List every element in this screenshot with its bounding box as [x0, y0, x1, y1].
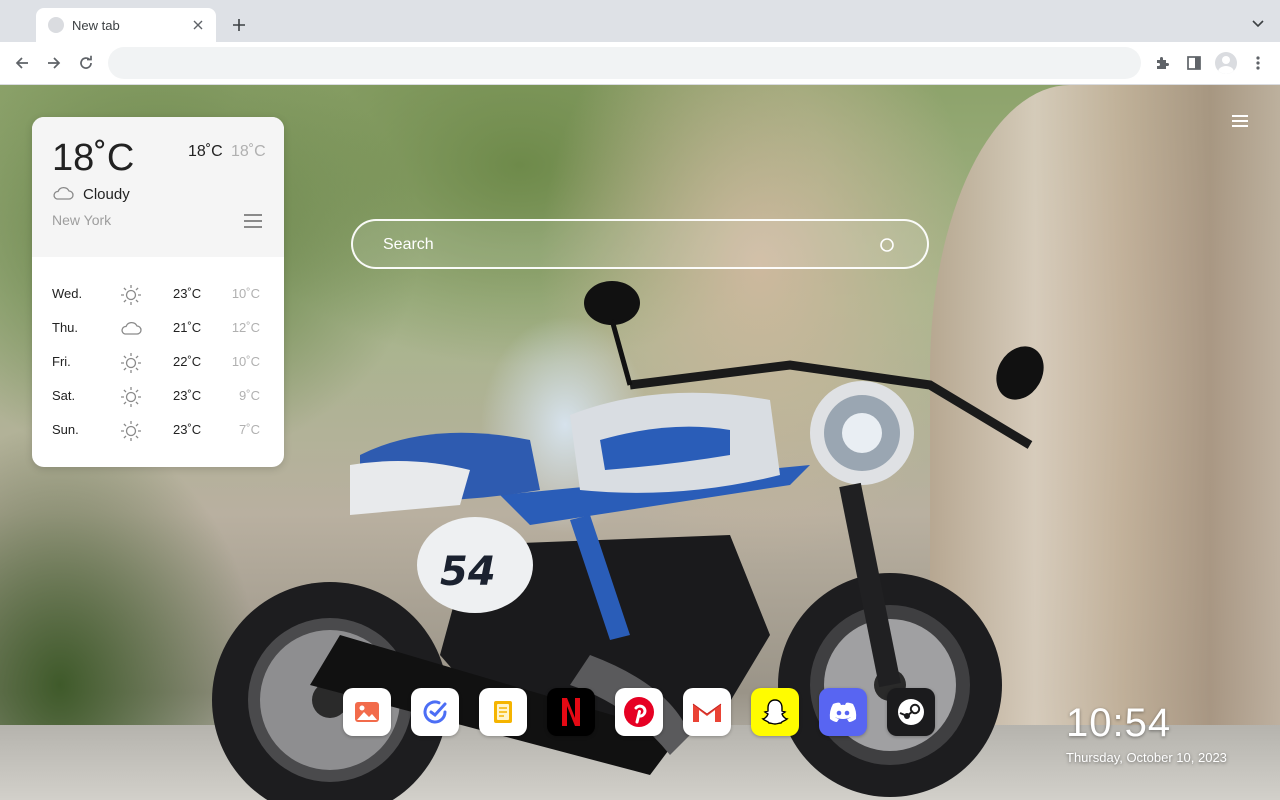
sun-icon: [121, 285, 141, 305]
forecast-row: Fri. 22˚C 10˚C: [32, 350, 284, 374]
weather-widget: 18˚C 18˚C 18˚C Cloudy New York Wed. 23˚C…: [32, 117, 284, 467]
today-high-temperature: 18˚C: [188, 143, 223, 160]
browser-toolbar: [0, 42, 1280, 85]
address-bar[interactable]: [108, 47, 1141, 79]
forecast-row: Sun. 23˚C 7˚C: [32, 418, 284, 442]
pinterest-icon: [624, 697, 654, 727]
new-tab-plus-icon[interactable]: [228, 14, 250, 36]
tab-strip: New tab: [0, 0, 1280, 42]
discord-shortcut[interactable]: [819, 688, 867, 736]
forecast-low: 10˚C: [231, 354, 260, 369]
search-icon[interactable]: [879, 237, 897, 255]
reload-icon[interactable]: [74, 51, 98, 75]
snapchat-icon: [761, 699, 789, 725]
forecast-row: Sat. 23˚C 9˚C: [32, 384, 284, 408]
steam-shortcut[interactable]: [887, 688, 935, 736]
clock-date: Thursday, October 10, 2023: [1066, 750, 1227, 765]
app-dock: [343, 688, 935, 736]
forecast-high: 22˚C: [173, 354, 202, 369]
forecast-day: Fri.: [52, 354, 71, 369]
tab-favicon-icon: [48, 17, 64, 33]
sun-icon: [121, 387, 141, 407]
cloud-icon: [121, 322, 142, 335]
todo-shortcut[interactable]: [411, 688, 459, 736]
forecast-low: 9˚C: [239, 388, 260, 403]
address-input[interactable]: [124, 55, 1125, 71]
netflix-shortcut[interactable]: [547, 688, 595, 736]
search-box[interactable]: [351, 219, 929, 269]
weather-city: New York: [52, 212, 112, 228]
back-arrow-icon[interactable]: [10, 51, 34, 75]
new-tab-page: 54 18˚C 18˚C 18˚C Cloudy New York Wed. 2…: [0, 85, 1280, 800]
clock-time: 10:54: [1066, 701, 1172, 745]
notes-shortcut[interactable]: [479, 688, 527, 736]
forecast-low: 7˚C: [239, 422, 260, 437]
tab-title: New tab: [72, 17, 120, 33]
pinterest-shortcut[interactable]: [615, 688, 663, 736]
forecast-low: 10˚C: [231, 286, 260, 301]
sun-icon: [121, 353, 141, 373]
check-icon: [423, 700, 447, 724]
forecast-row: Wed. 23˚C 10˚C: [32, 282, 284, 306]
note-icon: [494, 701, 512, 723]
snapchat-shortcut[interactable]: [751, 688, 799, 736]
search-input[interactable]: [383, 233, 863, 257]
today-low-temperature: 18˚C: [231, 143, 266, 160]
weather-current: 18˚C 18˚C 18˚C Cloudy New York: [32, 117, 284, 257]
svg-text:54: 54: [440, 549, 496, 595]
gmail-shortcut[interactable]: [683, 688, 731, 736]
sun-icon: [121, 421, 141, 441]
netflix-icon: [562, 698, 580, 726]
forecast-day: Sat.: [52, 388, 76, 403]
side-panel-icon[interactable]: [1182, 51, 1206, 75]
image-icon: [355, 702, 379, 722]
cloud-icon: [53, 187, 74, 200]
chevron-down-icon[interactable]: [1248, 14, 1268, 34]
weather-condition: Cloudy: [83, 186, 130, 203]
forward-arrow-icon[interactable]: [42, 51, 66, 75]
tab-new-tab[interactable]: New tab: [36, 8, 216, 42]
weather-menu-icon[interactable]: [244, 214, 262, 230]
gallery-shortcut[interactable]: [343, 688, 391, 736]
more-vertical-icon[interactable]: [1246, 51, 1270, 75]
forecast-day: Thu.: [52, 320, 79, 335]
close-tab-icon[interactable]: [190, 17, 206, 33]
page-menu-icon[interactable]: [1232, 115, 1248, 131]
forecast-day: Sun.: [52, 422, 79, 437]
gmail-icon: [692, 703, 722, 722]
forecast-high: 23˚C: [173, 388, 202, 403]
current-temperature: 18˚C: [52, 137, 135, 179]
forecast-day: Wed.: [52, 286, 83, 301]
extensions-puzzle-icon[interactable]: [1150, 51, 1174, 75]
steam-icon: [898, 699, 924, 725]
forecast-high: 23˚C: [173, 286, 202, 301]
profile-avatar-icon[interactable]: [1214, 51, 1238, 75]
forecast-high: 23˚C: [173, 422, 202, 437]
forecast-high: 21˚C: [173, 320, 202, 335]
forecast-row: Thu. 21˚C 12˚C: [32, 316, 284, 340]
forecast-low: 12˚C: [231, 320, 260, 335]
discord-icon: [829, 702, 857, 722]
